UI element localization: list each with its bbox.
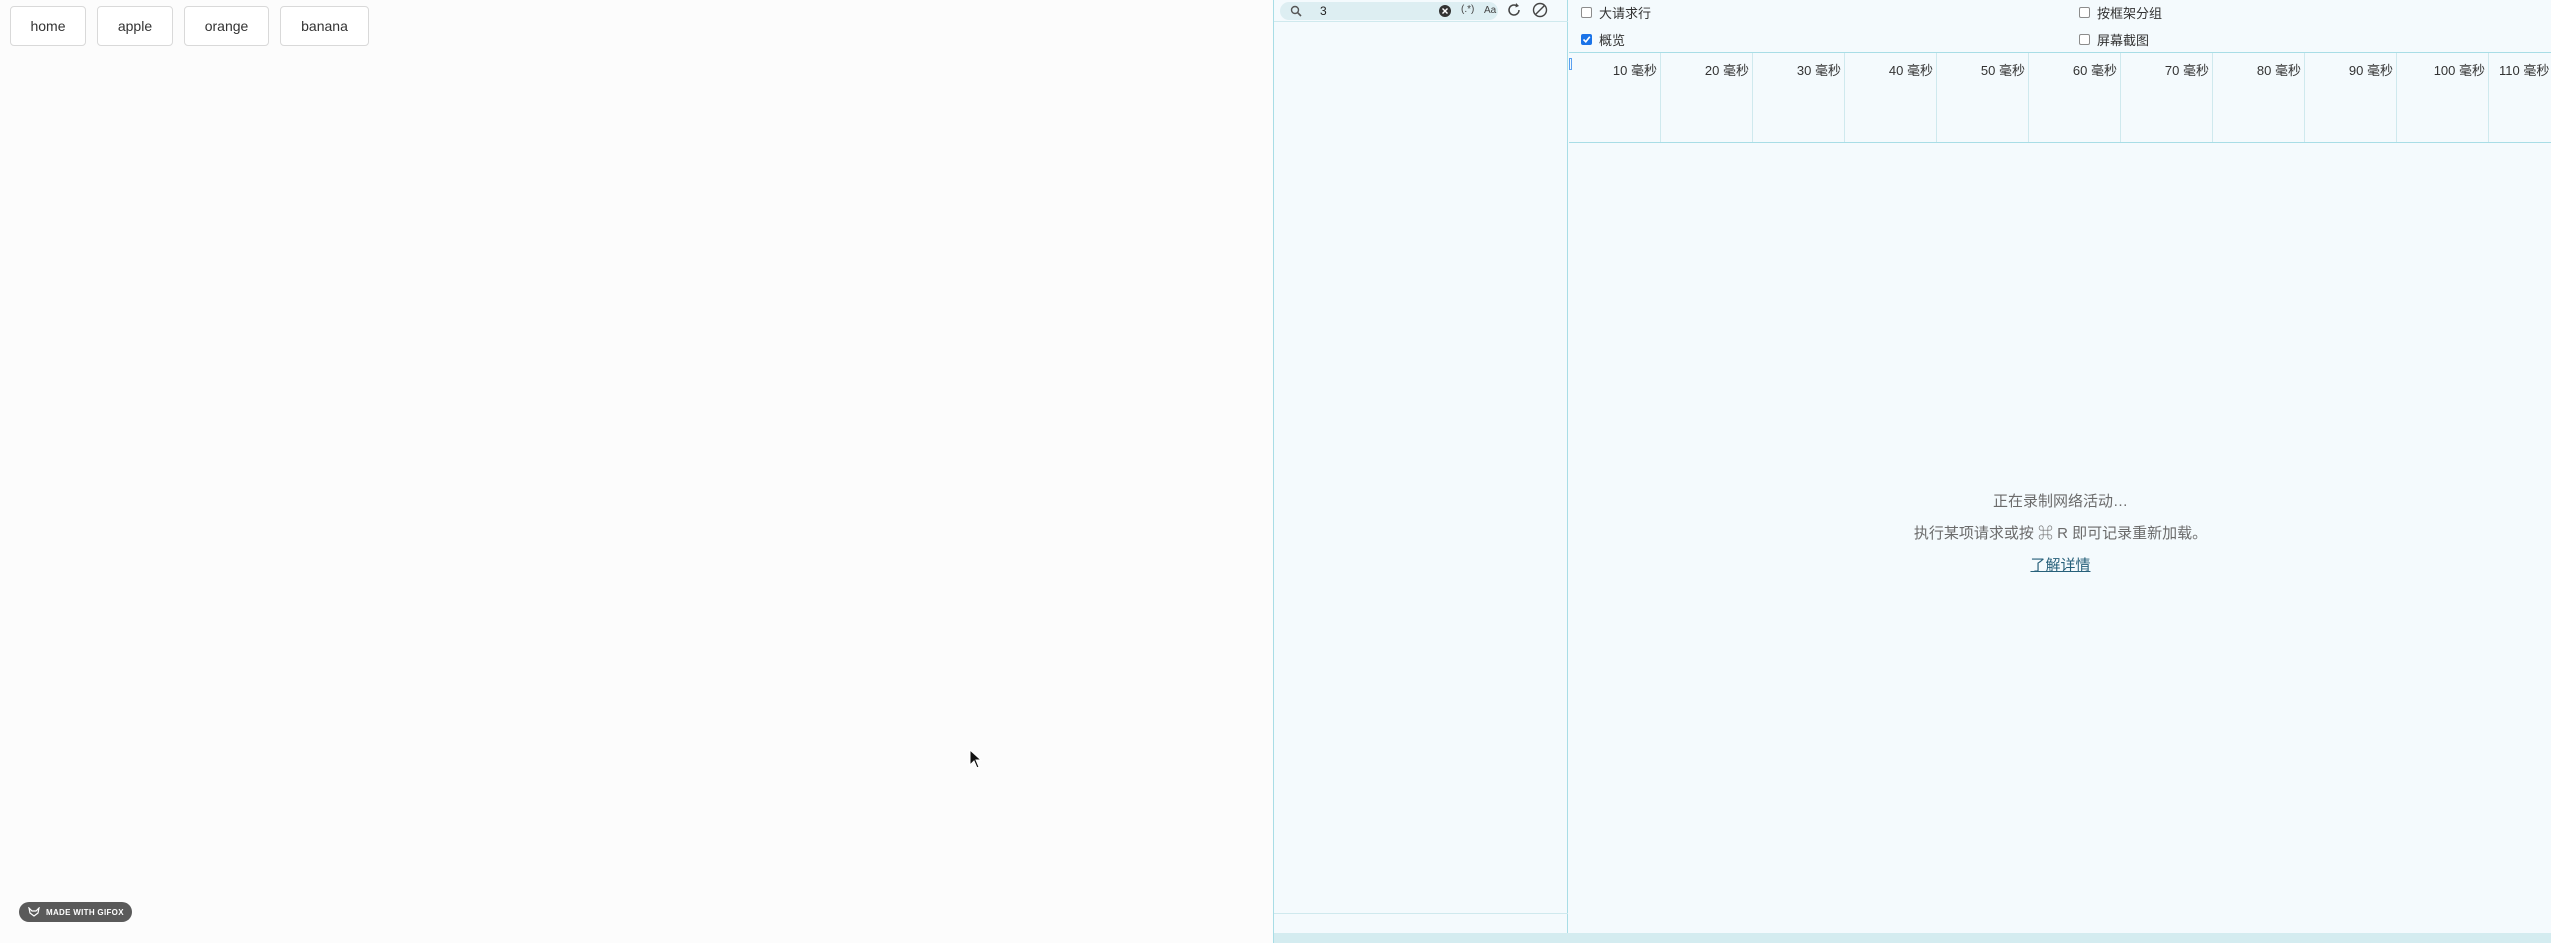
learn-more-link[interactable]: 了解详情 xyxy=(2030,554,2090,575)
timeline-tick: 70 毫秒 xyxy=(2121,53,2213,142)
timeline-tick: 80 毫秒 xyxy=(2213,53,2305,142)
timeline-tick: 60 毫秒 xyxy=(2029,53,2121,142)
overview-label: 概览 xyxy=(1599,33,1626,48)
recording-message: 正在录制网络活动… xyxy=(1992,493,2128,510)
large-rows-option[interactable]: 大请求行 xyxy=(1581,3,1651,22)
overview-option[interactable]: 概览 xyxy=(1581,30,1625,49)
checkmark-icon xyxy=(1582,36,1591,43)
network-main-pane: 大请求行 按框架分组 概览 屏幕截图 10 毫秒 20 毫秒 30 毫秒 40 … xyxy=(1569,0,2551,933)
mouse-cursor-icon xyxy=(969,749,983,769)
timeline-tick: 40 毫秒 xyxy=(1845,53,1937,142)
nav-orange-button[interactable]: orange xyxy=(184,6,269,46)
filter-input-value: 3 xyxy=(1320,3,1327,18)
timeline-tick: 100 毫秒 xyxy=(2397,53,2489,142)
group-by-frame-label: 按框架分组 xyxy=(2097,6,2163,21)
status-bar xyxy=(1274,933,2551,943)
overview-timeline[interactable]: 10 毫秒 20 毫秒 30 毫秒 40 毫秒 50 毫秒 60 毫秒 70 毫… xyxy=(1569,52,2551,143)
request-list-pane: 3 (.*) Aa xyxy=(1274,0,1568,933)
divider xyxy=(1274,913,1568,914)
clear-filter-icon[interactable] xyxy=(1438,4,1452,18)
timeline-tick: 110 毫秒 xyxy=(2499,63,2550,78)
timeline-tick: 10 毫秒 xyxy=(1569,53,1661,142)
nav-apple-button[interactable]: apple xyxy=(97,6,173,46)
case-sensitive-toggle[interactable]: Aa xyxy=(1484,5,1496,16)
reload-icon[interactable] xyxy=(1506,2,1522,18)
gifox-badge: MADE WITH GIFOX xyxy=(19,902,132,922)
timeline-tick: 20 毫秒 xyxy=(1661,53,1753,142)
screenshots-checkbox[interactable] xyxy=(2079,34,2090,45)
web-page: home apple orange banana MADE WITH GIFOX xyxy=(0,0,1273,943)
timeline-tick: 50 毫秒 xyxy=(1937,53,2029,142)
timeline-tick: 30 毫秒 xyxy=(1753,53,1845,142)
regex-toggle[interactable]: (.*) xyxy=(1461,4,1474,15)
clear-log-icon[interactable] xyxy=(1532,2,1548,18)
search-icon xyxy=(1290,5,1302,17)
reload-hint: 执行某项请求或按 ⌘ R 即可记录重新加载。 xyxy=(1913,525,2208,542)
filter-bar: 3 (.*) Aa xyxy=(1274,0,1568,22)
gifox-badge-label: MADE WITH GIFOX xyxy=(46,907,124,917)
group-by-frame-option[interactable]: 按框架分组 xyxy=(2079,3,2162,22)
screenshots-option[interactable]: 屏幕截图 xyxy=(2079,30,2149,49)
nav-home-button[interactable]: home xyxy=(10,6,86,46)
group-by-frame-checkbox[interactable] xyxy=(2079,7,2090,18)
devtools-network-panel: 3 (.*) Aa 大请求行 按框架分组 概览 屏幕截图 10 毫秒 20 毫秒… xyxy=(1273,0,2551,943)
overview-checkbox[interactable] xyxy=(1581,34,1592,45)
empty-state: 正在录制网络活动… 执行某项请求或按 ⌘ R 即可记录重新加载。 了解详情 xyxy=(1569,490,2551,575)
filter-input[interactable]: 3 (.*) Aa xyxy=(1280,1,1498,20)
large-rows-checkbox[interactable] xyxy=(1581,7,1592,18)
screenshots-label: 屏幕截图 xyxy=(2097,33,2150,48)
large-rows-label: 大请求行 xyxy=(1599,6,1652,21)
network-options: 大请求行 按框架分组 概览 屏幕截图 xyxy=(1569,0,2551,52)
nav-bar: home apple orange banana xyxy=(10,6,369,46)
fox-icon xyxy=(28,907,40,917)
timeline-tick: 90 毫秒 xyxy=(2305,53,2397,142)
nav-banana-button[interactable]: banana xyxy=(280,6,369,46)
